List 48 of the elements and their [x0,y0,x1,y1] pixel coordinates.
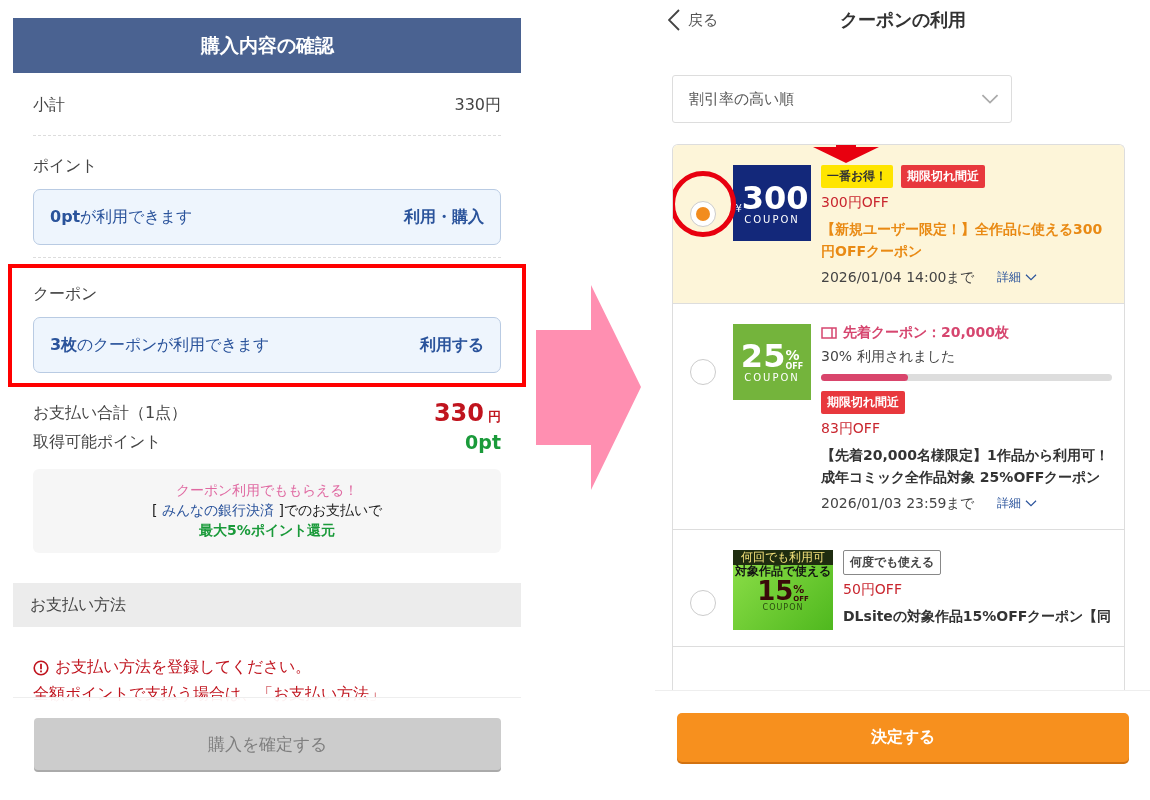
right-arrow-icon [535,285,641,490]
total-label: お支払い合計（1点） [33,402,188,424]
alert-icon [33,659,49,676]
coupon-tag: 何度でも使える [843,549,941,575]
screen-title: クーポンの利用 [839,8,966,32]
discount-text: 50円OFF [843,580,903,599]
chevron-down-icon [1024,499,1037,508]
earn-label: 取得可能ポイント [33,431,161,453]
discount-text: 300円OFF [821,194,890,212]
currency-unit: 円 [488,408,501,426]
chevron-down-icon [981,93,999,105]
back-icon [668,9,680,31]
promo-text: [ みんなの銀行決済 ]でのお支払いで [152,502,382,520]
expiry-text: 2026/01/03 23:59まで [821,494,975,513]
total-amount: 330 [433,399,484,427]
coupon-tag: 期限切れ間近 [901,165,985,188]
radio-button[interactable] [690,589,716,616]
coupon-button[interactable]: 3枚のクーポンが利用できます 利用する [33,317,501,373]
usage-text: 30% 利用されました [821,347,956,366]
stock-label: 先着クーポン：20,000枚 [843,323,1010,342]
coupon-title: DLsiteの対象作品15%OFFクーポン【同 [843,606,1112,626]
bank-link[interactable]: みんなの銀行決済 [162,502,274,518]
back-button[interactable]: 戻る [668,9,718,31]
promo-headline: クーポン利用でももらえる！ [176,482,358,500]
sort-dropdown[interactable]: 割引率の高い順 [672,75,1012,123]
radio-button[interactable] [690,358,716,385]
points-button[interactable]: 0ptが利用できます 利用・購入 [33,189,501,245]
subtotal-value: 330円 [454,94,501,116]
points-label: ポイント [33,156,98,177]
details-link[interactable]: 詳細 [996,269,1037,287]
radio-button[interactable] [690,201,716,227]
error-message: お支払い方法を登録してください。 [55,657,311,678]
promo-reward: 最大5%ポイント還元 [199,522,335,540]
discount-text: 83円OFF [821,419,881,438]
expiry-text: 2026/01/04 14:00まで [821,268,975,287]
earn-value: 0pt [465,431,501,453]
coupon-tag: 一番お得！ [821,165,893,188]
coupon-tag: 期限切れ間近 [821,390,905,414]
payment-heading: お支払い方法 [13,583,521,627]
coupon-title: 【先着20,000名様限定】1作品から利用可！成年コミック全作品対象 25%OFFクーポン [821,445,1110,488]
coupon-title: 【新規ユーザー限定！】全作品に使える300円OFFクーポン [821,220,1104,262]
ticket-icon [821,326,837,339]
page-title: 購入内容の確認 [13,18,521,73]
coupon-label: クーポン [33,284,98,305]
chevron-down-icon [1024,274,1037,282]
details-link[interactable]: 詳細 [996,495,1037,513]
subtotal-label: 小計 [33,94,65,116]
coupon-image: ¥300 COUPON [733,165,811,241]
